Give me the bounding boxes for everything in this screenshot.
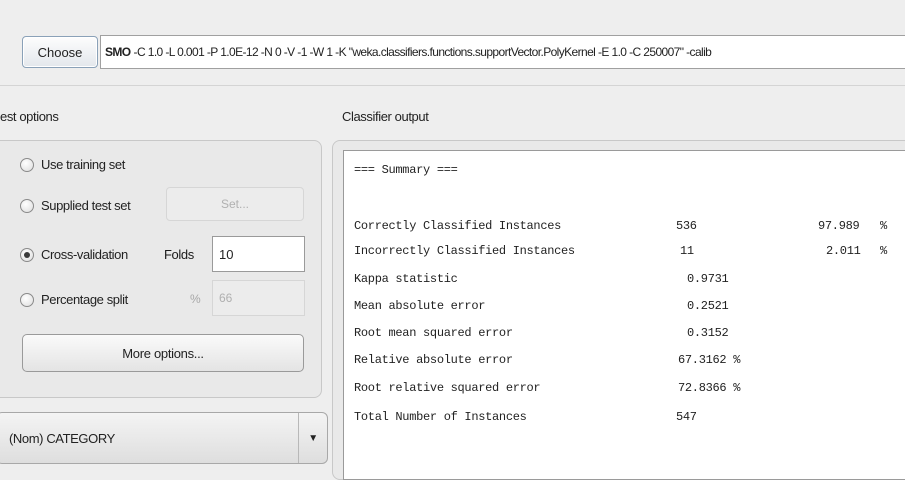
summary-header: === Summary ===	[354, 163, 458, 177]
folds-input[interactable]: 10	[212, 236, 305, 272]
scheme-options: -C 1.0 -L 0.001 -P 1.0E-12 -N 0 -V -1 -W…	[133, 45, 712, 59]
class-attribute-select[interactable]: (Nom) CATEGORY ▼	[0, 412, 328, 464]
output-row-label: Relative absolute error	[354, 353, 513, 367]
output-row-label: Root relative squared error	[354, 381, 541, 395]
use-training-set-option[interactable]: Use training set	[20, 157, 125, 172]
classifier-output-title: Classifier output	[342, 109, 429, 124]
percent-label: %	[190, 292, 201, 306]
scheme-name: SMO	[105, 45, 131, 59]
cross-validation-option[interactable]: Cross-validation	[20, 247, 128, 262]
dropdown-arrow-icon[interactable]: ▼	[298, 413, 327, 463]
set-button[interactable]: Set...	[166, 187, 304, 221]
percentage-split-option[interactable]: Percentage split	[20, 292, 128, 307]
output-row-label: Kappa statistic	[354, 272, 458, 286]
output-row-percent: 97.989	[818, 219, 860, 233]
output-row-value: 0.9731	[687, 272, 729, 286]
output-row-value: 0.3152	[687, 326, 729, 340]
use-training-set-label: Use training set	[41, 157, 125, 172]
output-row-label: Mean absolute error	[354, 299, 486, 313]
class-attribute-value: (Nom) CATEGORY	[9, 430, 115, 446]
classifier-bar-divider	[0, 85, 905, 86]
radio-button-selected[interactable]	[20, 247, 34, 262]
percentage-input[interactable]: 66	[212, 280, 305, 316]
output-row-value: 67.3162 %	[678, 353, 741, 367]
radio-button[interactable]	[20, 292, 34, 307]
classifier-output-text-area[interactable]	[343, 150, 905, 480]
output-row-value: 547	[676, 410, 697, 424]
output-row-percent: 2.011	[826, 244, 861, 258]
supplied-test-set-option[interactable]: Supplied test set	[20, 198, 131, 213]
output-row-value: 72.8366 %	[678, 381, 741, 395]
output-row-label: Total Number of Instances	[354, 410, 527, 424]
choose-button[interactable]: Choose	[22, 36, 98, 68]
output-row-value: 11	[680, 244, 694, 258]
test-options-title: est options	[0, 109, 59, 124]
output-row-label: Incorrectly Classified Instances	[354, 244, 575, 258]
radio-button[interactable]	[20, 198, 34, 213]
output-row-unit: %	[880, 244, 887, 258]
percentage-split-label: Percentage split	[41, 292, 128, 307]
output-row-unit: %	[880, 219, 887, 233]
more-options-button[interactable]: More options...	[22, 334, 304, 372]
classifier-scheme-field[interactable]: SMO -C 1.0 -L 0.001 -P 1.0E-12 -N 0 -V -…	[100, 35, 905, 69]
output-row-label: Correctly Classified Instances	[354, 219, 562, 233]
radio-button[interactable]	[20, 157, 34, 172]
output-row-value: 0.2521	[687, 299, 729, 313]
cross-validation-label: Cross-validation	[41, 247, 128, 262]
output-row-value: 536	[676, 219, 697, 233]
supplied-test-set-label: Supplied test set	[41, 198, 131, 213]
output-row-label: Root mean squared error	[354, 326, 513, 340]
folds-label: Folds	[164, 247, 194, 262]
